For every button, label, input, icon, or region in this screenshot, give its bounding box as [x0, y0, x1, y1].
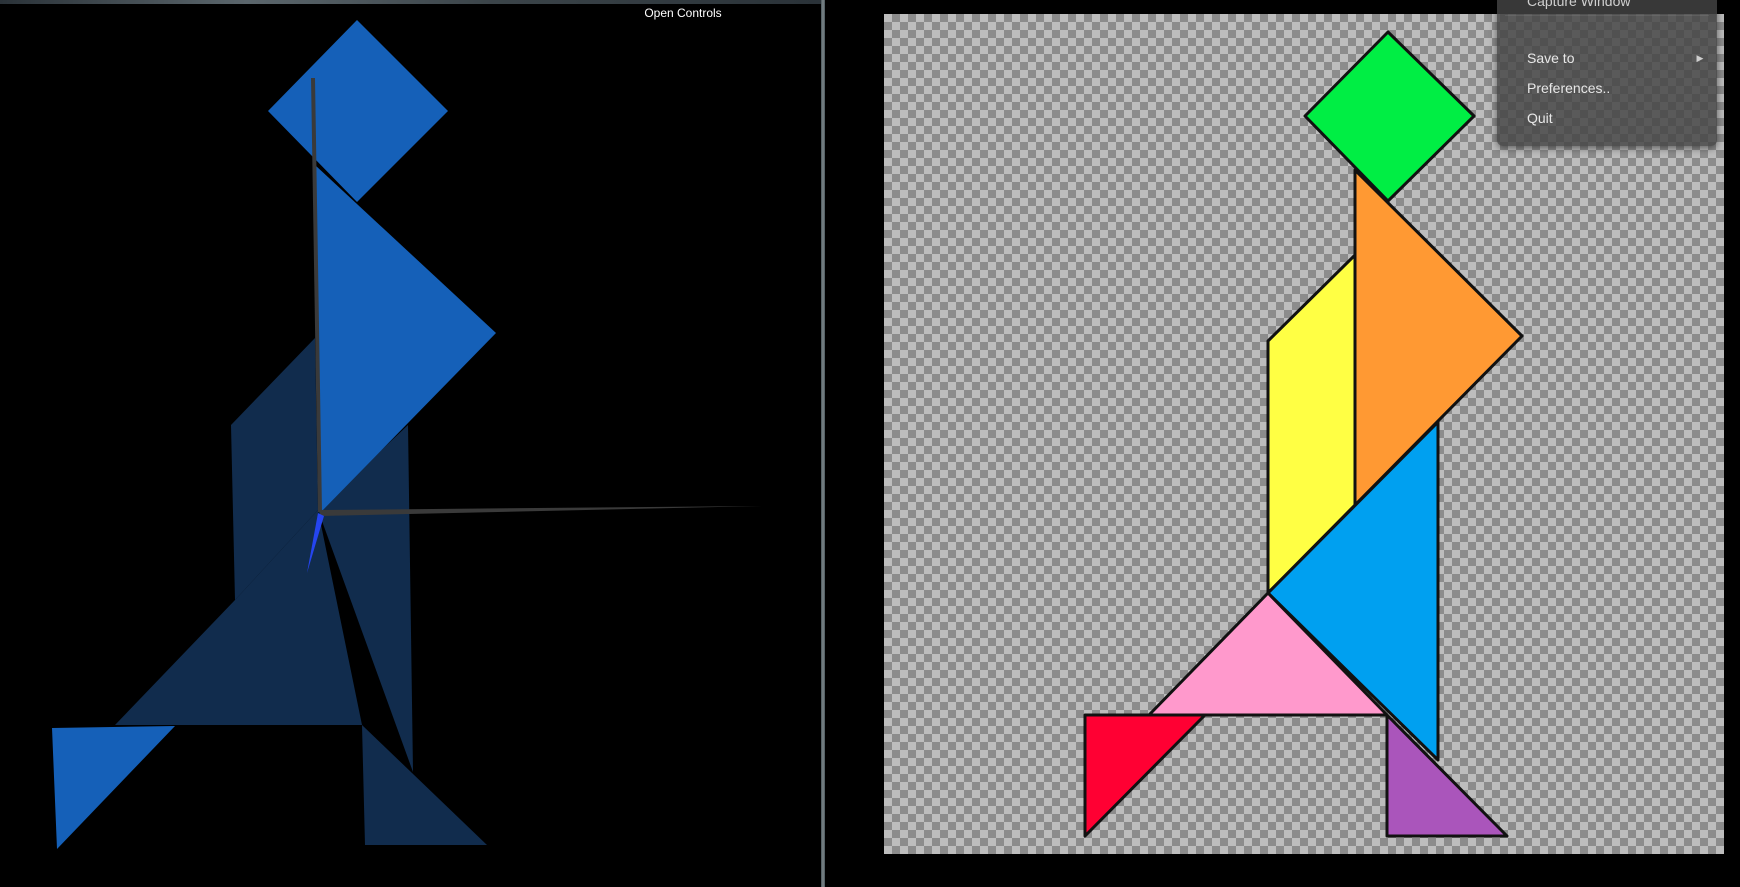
3d-viewport[interactable]: Open Controls: [0, 0, 821, 887]
open-controls-button[interactable]: Open Controls: [640, 4, 726, 22]
3d-scene: [52, 20, 762, 849]
menu-separator: [1505, 15, 1709, 16]
tangram-small-triangle-right: [1385, 713, 1509, 838]
menu-item-save-to-label: Save to: [1527, 50, 1575, 66]
tangram-square: [1303, 30, 1476, 203]
menu-item-quit[interactable]: Quit: [1497, 105, 1717, 131]
context-menu: Capture Window Save to ▶ Preferences.. Q…: [1497, 0, 1717, 146]
scene-piece-square: [268, 20, 448, 202]
menu-item-save-to[interactable]: Save to ▶: [1497, 45, 1717, 71]
scene-back-piece-small-triangle: [362, 725, 487, 845]
menu-item-preferences[interactable]: Preferences..: [1497, 75, 1717, 101]
submenu-arrow-icon: ▶: [1696, 53, 1704, 63]
scene-piece-small-triangle-left: [52, 726, 175, 849]
menu-item-capture-window[interactable]: Capture Window: [1497, 0, 1717, 14]
tangram-small-triangle-left: [1083, 713, 1207, 838]
